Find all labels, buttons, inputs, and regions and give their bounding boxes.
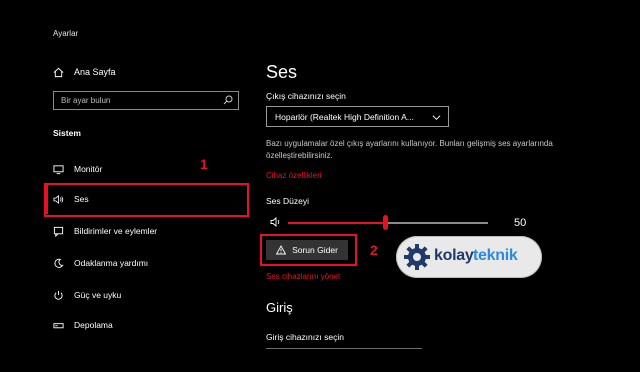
sidebar-item-focus-assist[interactable]: Odaklanma yardımı <box>53 256 148 270</box>
home-icon <box>53 67 64 77</box>
chevron-down-icon <box>432 115 441 121</box>
sidebar-home[interactable]: Ana Sayfa <box>53 65 116 79</box>
sidebar-item-label: Depolama <box>74 320 113 330</box>
volume-track-filled <box>288 222 384 224</box>
sidebar-item-label: Bildirimler ve eylemler <box>74 226 158 236</box>
watermark-text-part1: kolay <box>434 247 474 264</box>
gear-icon <box>404 244 430 270</box>
device-properties-link[interactable]: Cihaz özellikleri <box>266 171 322 180</box>
storage-icon <box>53 322 64 328</box>
monitor-icon <box>53 164 64 174</box>
sidebar-item-label: Monitör <box>74 164 103 174</box>
sidebar-item-storage[interactable]: Depolama <box>53 318 113 332</box>
sidebar-item-notifications[interactable]: Bildirimler ve eylemler <box>53 224 157 238</box>
annotation-marker-2: 2 <box>370 242 378 258</box>
output-device-dropdown[interactable]: Hoparlör (Realtek High Definition A... <box>266 106 449 127</box>
highlight-box-troubleshoot <box>260 234 357 266</box>
volume-row: 50 <box>266 215 536 231</box>
sidebar-item-monitor[interactable]: Monitör <box>53 162 102 176</box>
notification-icon <box>53 226 64 237</box>
search-placeholder: Bir ayar bulun <box>61 96 111 105</box>
output-description: Bazı uygulamalar özel çıkış ayarlarını k… <box>266 139 553 160</box>
search-input[interactable]: Bir ayar bulun <box>53 91 239 110</box>
watermark-logo: kolay teknik <box>396 236 542 278</box>
sidebar-item-label: Güç ve uyku <box>74 290 122 300</box>
page-title: Ses <box>266 62 298 82</box>
search-icon[interactable] <box>223 95 233 105</box>
input-section-title: Giriş <box>266 300 293 315</box>
sidebar-item-label: Odaklanma yardımı <box>74 258 149 268</box>
volume-slider-thumb[interactable] <box>383 215 388 230</box>
highlight-box-sound <box>44 183 249 217</box>
manage-sound-devices-link[interactable]: Ses cihazlarını yönet <box>266 272 340 281</box>
annotation-marker-1: 1 <box>200 156 208 172</box>
settings-content-pane <box>252 0 598 372</box>
input-device-dropdown[interactable] <box>266 348 422 349</box>
watermark-text-part2: teknik <box>473 247 518 264</box>
speaker-icon[interactable] <box>270 216 282 228</box>
volume-value: 50 <box>514 217 527 229</box>
input-device-label: Giriş cihazınızı seçin <box>266 332 344 342</box>
moon-icon <box>54 258 64 268</box>
power-icon <box>54 290 63 300</box>
output-device-value: Hoparlör (Realtek High Definition A... <box>275 112 414 122</box>
section-title: Sistem <box>53 128 81 138</box>
output-device-label: Çıkış cihazınızı seçin <box>266 91 346 101</box>
volume-track-empty <box>384 222 488 224</box>
sidebar-item-power-sleep[interactable]: Güç ve uyku <box>53 288 121 302</box>
app-title: Ayarlar <box>53 29 79 38</box>
volume-label: Ses Düzeyi <box>266 196 309 206</box>
home-label: Ana Sayfa <box>74 67 116 77</box>
